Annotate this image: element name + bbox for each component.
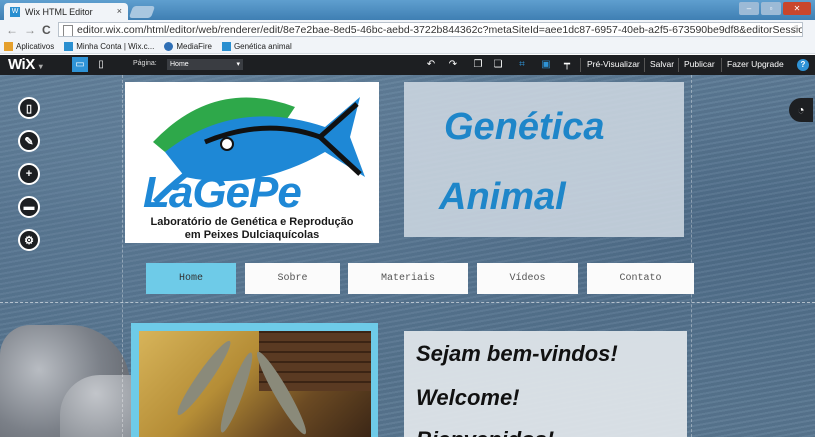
- wix-editor-toolbar: WiX ▾ ▭ ▯ Página: Home ▾ ↶ ↷ ❐ ❏ ⌗ ▣ ┯ Pr…: [0, 55, 815, 75]
- chat-bubble-icon[interactable]: ◔: [789, 98, 813, 122]
- bookmarks-bar: Aplicativos Minha Conta | Wix.c... Media…: [0, 40, 815, 54]
- logo-subtitle-line: Laboratório de Genética e Reprodução: [150, 216, 354, 228]
- window-controls: – ▫ ✕: [739, 2, 811, 15]
- design-brush-icon[interactable]: ✎: [18, 130, 40, 152]
- site-title-line: Animal: [439, 176, 566, 218]
- chevron-down-icon: ▾: [236, 61, 240, 68]
- bookmark-label: Minha Conta | Wix.c...: [76, 42, 155, 51]
- section-divider: [0, 302, 815, 303]
- back-button[interactable]: ←: [6, 23, 18, 37]
- menu-item-contato[interactable]: Contato: [587, 263, 694, 294]
- url-input[interactable]: editor.wix.com/html/editor/web/renderer/…: [58, 22, 803, 37]
- page-select-value: Home: [170, 61, 189, 68]
- maximize-icon[interactable]: ▫: [761, 2, 781, 15]
- settings-gear-icon[interactable]: ⚙: [18, 229, 40, 251]
- help-icon[interactable]: ?: [797, 59, 809, 71]
- bookmark-mediafire[interactable]: MediaFire: [164, 42, 212, 51]
- logo-subtitle-line: em Peixes Dulciaquícolas: [184, 229, 320, 241]
- bookmark-apps[interactable]: Aplicativos: [4, 42, 54, 51]
- menu-item-materiais[interactable]: Materiais: [348, 263, 468, 294]
- welcome-line: Bienvenidos!: [416, 427, 554, 437]
- menu-item-home[interactable]: Home: [146, 263, 236, 294]
- bookmark-label: Genética animal: [233, 42, 292, 51]
- media-icon[interactable]: ▬: [18, 196, 40, 218]
- new-tab-button[interactable]: [128, 6, 156, 18]
- toolbar-divider: [678, 58, 679, 72]
- page-label: Página:: [133, 60, 157, 67]
- tab-close-icon[interactable]: ×: [117, 6, 122, 16]
- paste-icon[interactable]: ❏: [491, 58, 505, 72]
- snap-icon[interactable]: ▣: [539, 58, 553, 72]
- bookmark-label: MediaFire: [176, 42, 212, 51]
- preview-button[interactable]: Pré-Visualizar: [587, 59, 640, 69]
- site-title-line: Genética: [444, 106, 605, 148]
- bookmark-label: Aplicativos: [16, 42, 55, 51]
- grid-icon[interactable]: ⌗: [515, 58, 529, 72]
- mediafire-icon: [164, 42, 174, 51]
- toolbar-divider: [721, 58, 722, 72]
- wix-favicon-icon: [221, 42, 231, 51]
- welcome-line: Sejam bem-vindos!: [416, 341, 618, 366]
- forward-button[interactable]: →: [24, 23, 36, 37]
- bookmark-minha-conta[interactable]: Minha Conta | Wix.c...: [64, 42, 154, 51]
- logo-subtitle: Laboratório de Genética e Reprodução em …: [125, 216, 379, 242]
- gridline: [691, 75, 692, 437]
- bookmark-genetica-animal[interactable]: Genética animal: [221, 42, 292, 51]
- wix-logo-text: WiX: [8, 56, 35, 73]
- toolbar-divider: [580, 58, 581, 72]
- browser-tab[interactable]: W Wix HTML Editor ×: [4, 3, 128, 20]
- wix-favicon-icon: W: [10, 6, 20, 17]
- address-bar-row: ← → C editor.wix.com/html/editor/web/ren…: [0, 20, 815, 41]
- upgrade-button[interactable]: Fazer Upgrade: [727, 59, 784, 69]
- desktop-view-icon[interactable]: ▭: [72, 57, 88, 72]
- fish-photo[interactable]: [139, 331, 371, 437]
- copy-icon[interactable]: ❐: [471, 58, 485, 72]
- bookmark-star-icon[interactable]: ☆: [790, 23, 800, 36]
- tab-title: Wix HTML Editor: [25, 6, 93, 17]
- wix-favicon-icon: [64, 42, 74, 51]
- editor-canvas[interactable]: ▯ ✎ + ▬ ⚙ ◔ LaGePe Laboratório de Genéti…: [0, 75, 815, 437]
- pages-icon[interactable]: ▯: [18, 97, 40, 119]
- welcome-text-box[interactable]: Sejam bem-vindos! Welcome! Bienvenidos!: [404, 331, 687, 437]
- logo-name: LaGePe: [143, 168, 302, 217]
- editor-left-panel: ▯ ✎ + ▬ ⚙: [18, 97, 44, 262]
- redo-icon[interactable]: ↷: [446, 58, 460, 72]
- add-icon[interactable]: +: [18, 163, 40, 185]
- apps-grid-icon: [4, 42, 13, 51]
- url-text: editor.wix.com/html/editor/web/renderer/…: [77, 24, 803, 36]
- minimize-icon[interactable]: –: [739, 2, 759, 15]
- save-button[interactable]: Salvar: [650, 59, 674, 69]
- site-title-box[interactable]: Genética Animal: [404, 82, 684, 237]
- mobile-view-icon[interactable]: ▯: [93, 57, 109, 72]
- welcome-line: Welcome!: [416, 385, 520, 410]
- wix-logo[interactable]: WiX ▾: [8, 56, 43, 73]
- fish-image: [215, 350, 258, 435]
- toolbar-divider: [644, 58, 645, 72]
- page-select[interactable]: Home ▾: [167, 59, 243, 70]
- undo-icon[interactable]: ↶: [424, 58, 438, 72]
- menu-item-sobre[interactable]: Sobre: [245, 263, 340, 294]
- publish-button[interactable]: Publicar: [684, 59, 715, 69]
- browser-tab-bar: W Wix HTML Editor × – ▫ ✕: [0, 0, 815, 20]
- window-close-icon[interactable]: ✕: [783, 2, 811, 15]
- site-logo[interactable]: LaGePe Laboratório de Genética e Reprodu…: [125, 82, 379, 243]
- chevron-down-icon: ▾: [38, 62, 43, 71]
- page-icon: [63, 25, 73, 36]
- reload-button[interactable]: C: [42, 23, 51, 37]
- menu-item-videos[interactable]: Vídeos: [477, 263, 578, 294]
- ruler-icon[interactable]: ┯: [560, 58, 574, 72]
- gridline: [122, 75, 123, 437]
